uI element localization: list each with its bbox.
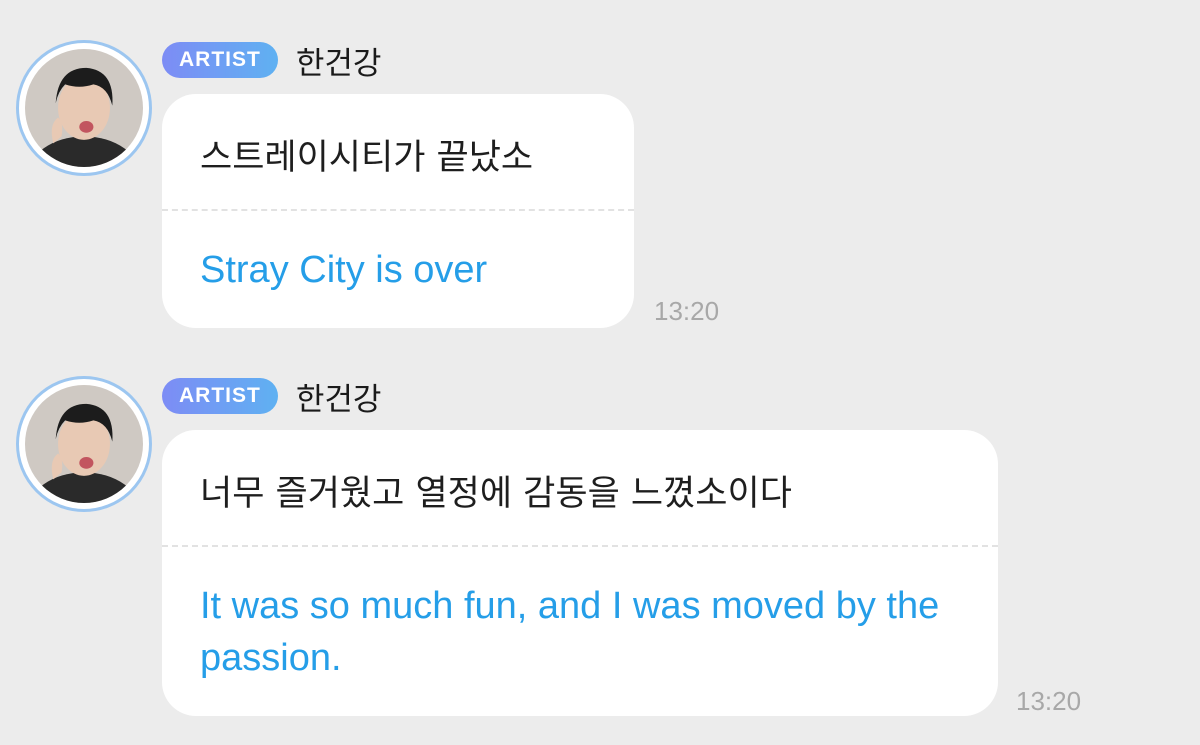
- message-header: ARTIST 한건강: [162, 376, 382, 418]
- original-text: 너무 즐거웠고 열정에 감동을 느꼈소이다: [200, 474, 792, 514]
- sender-name: 한건강: [295, 45, 382, 82]
- avatar[interactable]: [16, 40, 152, 176]
- profile-photo-icon: [25, 49, 143, 167]
- profile-photo-icon: [25, 385, 143, 503]
- translation-divider: [162, 545, 998, 547]
- sender-name: 한건강: [295, 381, 382, 418]
- message-header: ARTIST 한건강: [162, 40, 382, 82]
- artist-badge: ARTIST: [162, 42, 278, 78]
- chat-message: ARTIST 한건강 너무 즐거웠고 열정에 감동을 느꼈소이다 It was …: [0, 376, 1200, 726]
- message-bubble[interactable]: 스트레이시티가 끝났소 Stray City is over: [162, 94, 634, 328]
- message-bubble[interactable]: 너무 즐거웠고 열정에 감동을 느꼈소이다 It was so much fun…: [162, 430, 998, 716]
- avatar[interactable]: [16, 376, 152, 512]
- original-text: 스트레이시티가 끝났소: [200, 138, 534, 178]
- timestamp: 13:20: [1016, 686, 1082, 716]
- chat-message: ARTIST 한건강 스트레이시티가 끝났소 Stray City is ove…: [0, 40, 1200, 340]
- translated-text: Stray City is over: [200, 249, 488, 291]
- timestamp: 13:20: [654, 296, 720, 326]
- translation-divider: [162, 209, 634, 211]
- translated-text: It was so much fun, and I was moved by t…: [200, 585, 940, 679]
- artist-badge: ARTIST: [162, 378, 278, 414]
